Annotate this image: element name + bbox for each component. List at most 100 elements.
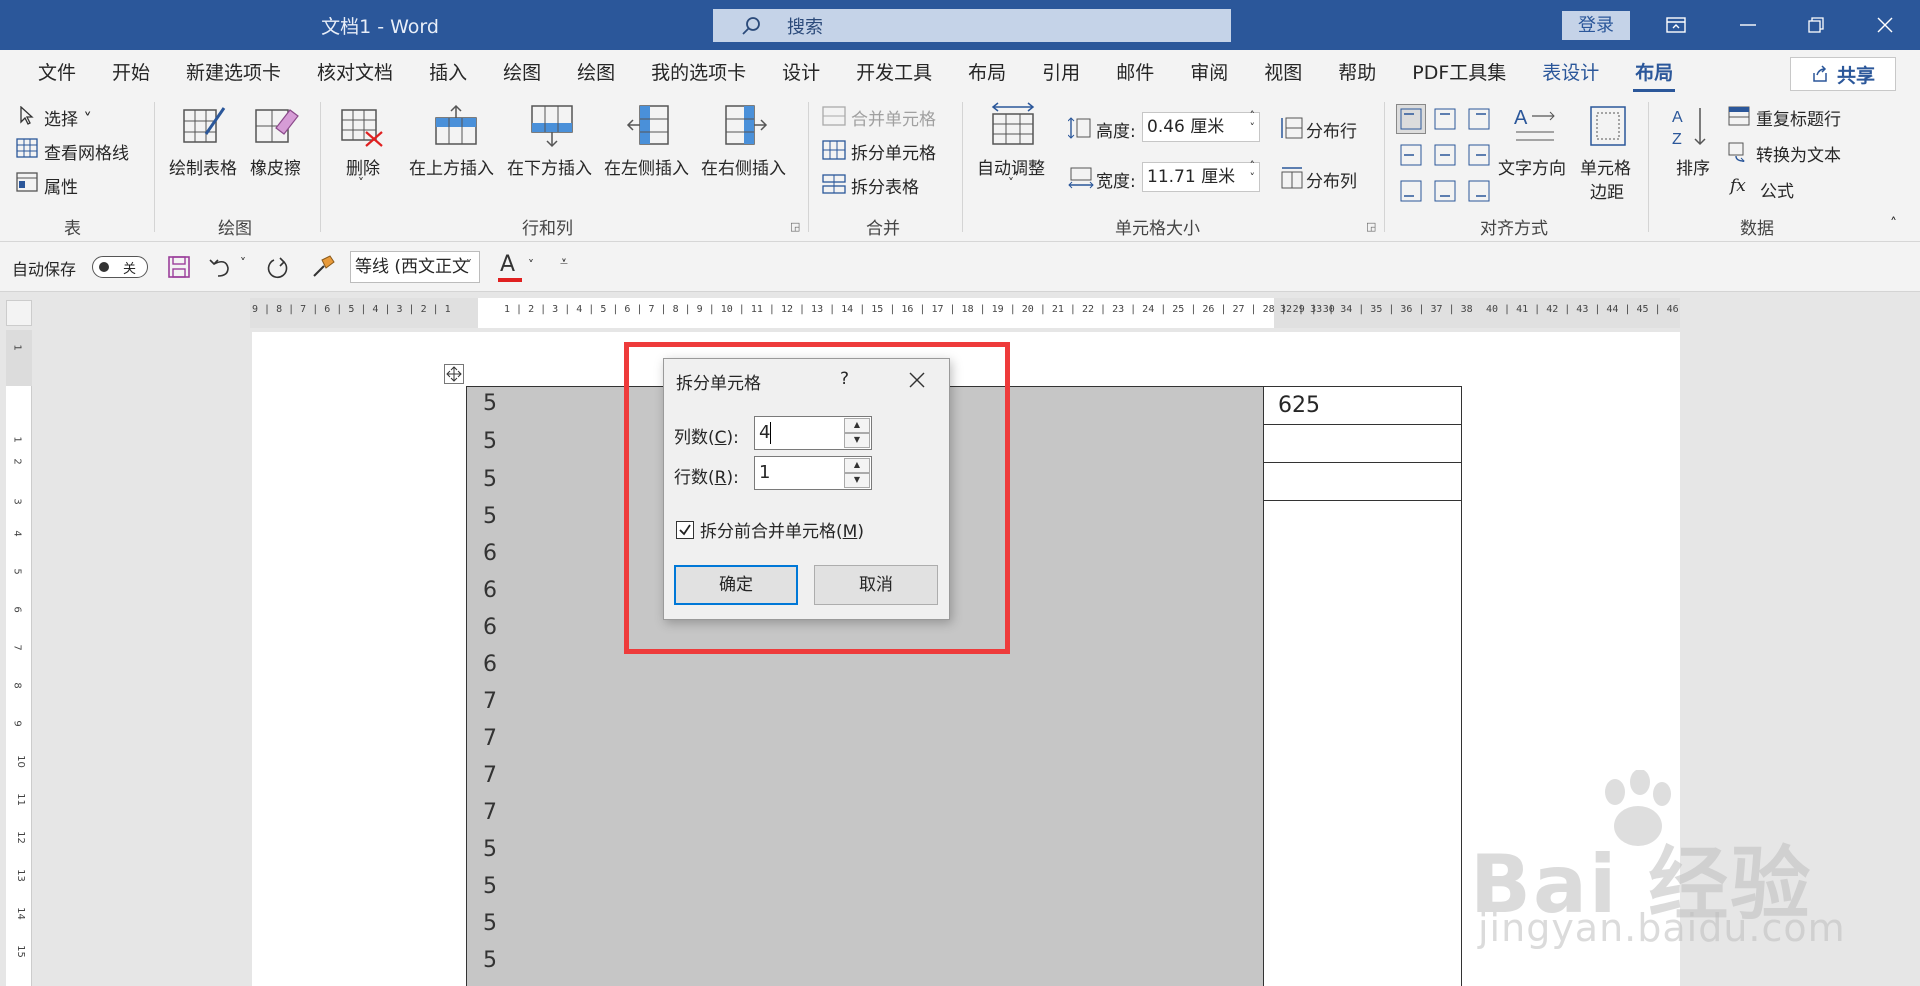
login-button[interactable]: 登录 xyxy=(1562,11,1630,40)
insert-above-button[interactable]: 在上方插入 xyxy=(409,154,494,179)
table-cell[interactable]: 5 xyxy=(483,837,497,862)
table-cell[interactable]: 5 xyxy=(483,467,497,492)
tab-insert[interactable]: 插入 xyxy=(411,50,485,96)
table-cell[interactable]: 5 xyxy=(483,874,497,899)
tab-design[interactable]: 设计 xyxy=(764,50,838,96)
tab-draw-2[interactable]: 绘图 xyxy=(559,50,633,96)
insert-left-button[interactable]: 在左侧插入 xyxy=(604,154,689,179)
view-gridlines-button[interactable]: 查看网格线 xyxy=(44,139,129,164)
restore-icon[interactable] xyxy=(1788,0,1844,50)
table-cell[interactable]: 5 xyxy=(483,911,497,936)
font-color-dropdown-icon[interactable]: ˅ xyxy=(528,258,534,272)
table-cell[interactable]: 7 xyxy=(483,689,497,714)
cancel-button[interactable]: 取消 xyxy=(814,565,938,605)
format-painter-icon[interactable] xyxy=(310,254,336,280)
rows-spin-arrows[interactable]: ▲ ▼ xyxy=(844,458,870,488)
columns-value[interactable]: 4 xyxy=(759,422,770,443)
dialog-help-button[interactable]: ? xyxy=(840,369,849,389)
sort-button[interactable]: 排序 xyxy=(1676,154,1710,179)
font-color-icon[interactable]: A xyxy=(500,252,515,277)
tab-help[interactable]: 帮助 xyxy=(1320,50,1394,96)
columns-spin-arrows[interactable]: ▲ ▼ xyxy=(844,418,870,448)
text-direction-button[interactable]: 文字方向 xyxy=(1498,154,1566,179)
share-button[interactable]: 共享 xyxy=(1790,57,1896,91)
align-top-right-icon[interactable] xyxy=(1468,108,1490,130)
dialog-close-icon[interactable] xyxy=(904,367,930,393)
tab-selector[interactable] xyxy=(6,300,32,326)
tab-review-doc[interactable]: 核对文档 xyxy=(299,50,411,96)
insert-below-button[interactable]: 在下方插入 xyxy=(507,154,592,179)
align-middle-left-icon[interactable] xyxy=(1400,144,1422,166)
tab-review[interactable]: 审阅 xyxy=(1172,50,1246,96)
table-cell[interactable]: 5 xyxy=(483,391,497,416)
align-bottom-center-icon[interactable] xyxy=(1434,180,1456,202)
cell-size-launcher-icon[interactable]: ◲ xyxy=(1366,220,1376,233)
height-input[interactable]: 0.46 厘米 ˄ ˅ xyxy=(1142,110,1260,142)
draw-table-button[interactable]: 绘制表格 xyxy=(169,154,237,179)
tab-draw[interactable]: 绘图 xyxy=(485,50,559,96)
tab-new-tab[interactable]: 新建选项卡 xyxy=(168,50,299,96)
minimize-icon[interactable] xyxy=(1720,0,1776,50)
ribbon-display-options-icon[interactable] xyxy=(1648,0,1704,50)
spin-up-icon[interactable]: ▲ xyxy=(844,458,870,473)
columns-spinner[interactable]: 4 ▲ ▼ xyxy=(754,416,872,450)
ok-button[interactable]: 确定 xyxy=(674,565,798,605)
table-cell[interactable]: 6 xyxy=(483,578,497,603)
autosave-toggle[interactable]: 关 xyxy=(92,256,148,278)
rows-cols-launcher-icon[interactable]: ◲ xyxy=(790,220,800,233)
autofit-dropdown-icon[interactable]: ˅ xyxy=(1008,176,1014,190)
tab-table-layout[interactable]: 布局 xyxy=(1617,50,1691,96)
undo-icon[interactable] xyxy=(208,256,232,278)
rows-spinner[interactable]: 1 ▲ ▼ xyxy=(754,456,872,490)
table-cell[interactable]: 7 xyxy=(483,726,497,751)
redo-icon[interactable] xyxy=(266,256,290,280)
save-icon[interactable] xyxy=(168,256,190,278)
align-middle-right-icon[interactable] xyxy=(1468,144,1490,166)
insert-right-button[interactable]: 在右侧插入 xyxy=(701,154,786,179)
rows-value[interactable]: 1 xyxy=(759,462,770,483)
tab-file[interactable]: 文件 xyxy=(20,50,94,96)
select-button[interactable]: 选择 ˅ xyxy=(44,105,92,130)
convert-to-text-button[interactable]: 转换为文本 xyxy=(1756,141,1841,166)
font-dropdown-icon[interactable]: ˅ xyxy=(466,258,472,272)
eraser-button[interactable]: 橡皮擦 xyxy=(250,154,301,179)
tab-table-design[interactable]: 表设计 xyxy=(1524,50,1617,96)
cell-margins-button[interactable]: 单元格 xyxy=(1580,154,1631,179)
table-cell[interactable]: 6 xyxy=(483,541,497,566)
undo-dropdown-icon[interactable]: ˅ xyxy=(240,256,246,270)
table-cell[interactable]: 5 xyxy=(483,948,497,973)
align-middle-center-icon[interactable] xyxy=(1434,144,1456,166)
spin-down-icon[interactable]: ▼ xyxy=(844,473,870,488)
spin-down-icon[interactable]: ▼ xyxy=(844,433,870,448)
table-move-handle-icon[interactable] xyxy=(444,364,464,384)
width-input[interactable]: 11.71 厘米 ˄ ˅ xyxy=(1142,160,1260,192)
table-cell[interactable]: 5 xyxy=(483,429,497,454)
distribute-rows-button[interactable]: 分布行 xyxy=(1306,117,1357,142)
merge-cells-button[interactable]: 合并单元格 xyxy=(851,105,936,130)
table-cell[interactable]: 6 xyxy=(483,652,497,677)
table-column-2[interactable]: 625 xyxy=(1264,386,1462,986)
font-name-box[interactable]: 等线 (西文正文 xyxy=(350,251,480,283)
align-bottom-left-icon[interactable] xyxy=(1400,180,1422,202)
table-cell[interactable]: 7 xyxy=(483,800,497,825)
distribute-cols-button[interactable]: 分布列 xyxy=(1306,167,1357,192)
collapse-ribbon-icon[interactable]: ˄ xyxy=(1890,216,1897,232)
close-window-icon[interactable] xyxy=(1857,0,1913,50)
tab-mailings[interactable]: 邮件 xyxy=(1098,50,1172,96)
formula-button[interactable]: 公式 xyxy=(1760,177,1794,202)
tab-home[interactable]: 开始 xyxy=(94,50,168,96)
table-cell[interactable] xyxy=(1264,425,1461,463)
table-cell[interactable]: 7 xyxy=(483,763,497,788)
cell-margins-button-line2[interactable]: 边距 xyxy=(1590,178,1624,203)
search-box[interactable]: 搜索 xyxy=(713,9,1231,42)
tab-layout[interactable]: 布局 xyxy=(950,50,1024,96)
table-cell[interactable] xyxy=(1264,463,1461,501)
tab-pdf-tools[interactable]: PDF工具集 xyxy=(1394,50,1524,96)
spin-up-icon[interactable]: ▲ xyxy=(844,418,870,433)
tab-my-tab[interactable]: 我的选项卡 xyxy=(633,50,764,96)
table-cell[interactable]: 6 xyxy=(483,615,497,640)
table-cell[interactable]: 5 xyxy=(483,504,497,529)
customize-qat-icon[interactable]: ⩡ xyxy=(560,254,568,270)
delete-dropdown-icon[interactable]: ˅ xyxy=(358,176,364,190)
split-cells-button[interactable]: 拆分单元格 xyxy=(851,139,936,164)
